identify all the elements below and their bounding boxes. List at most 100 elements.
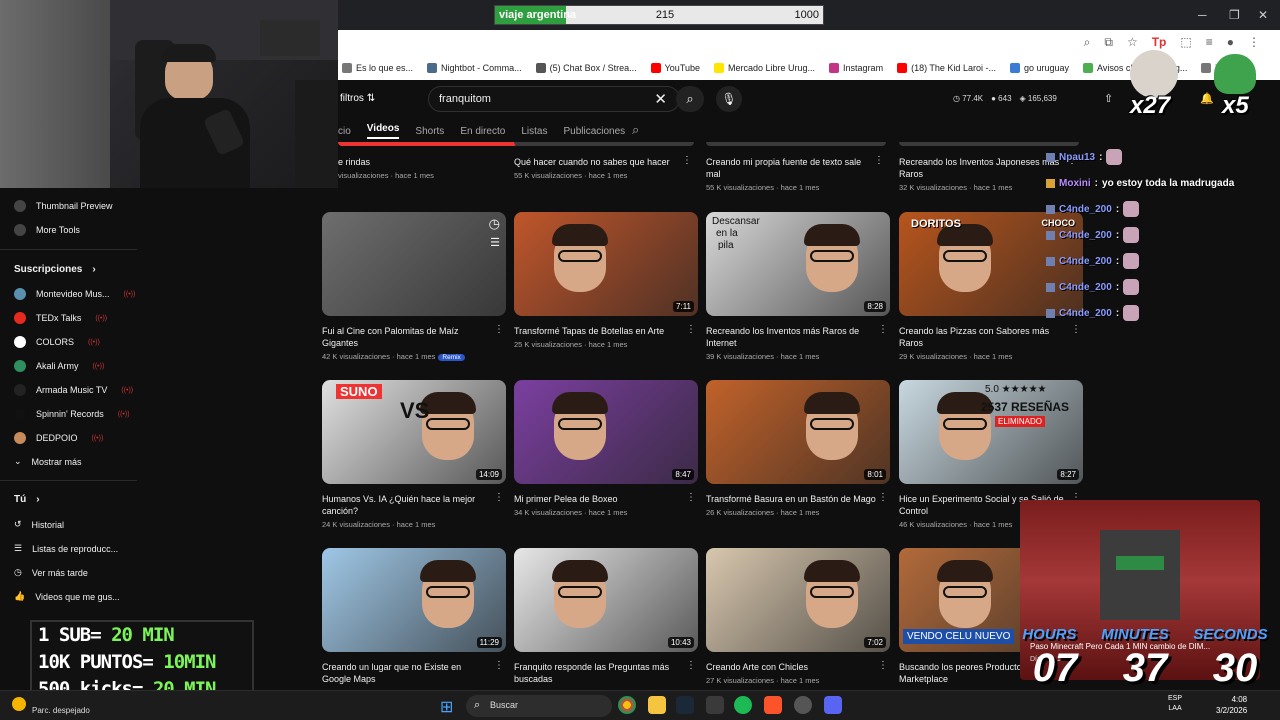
video-title[interactable]: Recreando los Inventos más Raros de Inte… [706, 325, 876, 349]
bookmark-item[interactable]: Es lo que es... [342, 63, 413, 73]
more-options-icon[interactable]: ⋮ [878, 492, 888, 503]
sidebar-item-watch-later[interactable]: ◷ Ver más tarde [14, 567, 88, 578]
bookmark-item[interactable]: Instagram [829, 63, 883, 73]
weather-icon[interactable] [12, 697, 26, 711]
video-thumbnail[interactable]: 7:11 [514, 212, 698, 316]
zoom-icon[interactable]: ⌕ [1084, 35, 1091, 50]
language-indicator[interactable]: ESP LAA [1168, 694, 1182, 714]
sidebar-subscription[interactable]: Armada Music TV ((•)) [14, 384, 133, 396]
more-options-icon[interactable]: ⋮ [494, 492, 504, 503]
bookmark-item[interactable]: Mercado Libre Urug... [714, 63, 815, 73]
video-title[interactable]: Transformé Tapas de Botellas en Arte [514, 325, 684, 337]
video-card[interactable]: 10:43 Franquito responde las Preguntas má… [514, 548, 698, 688]
video-card[interactable]: 7:02 Creando Arte con Chicles 27 K visuali… [706, 548, 890, 685]
video-title[interactable]: Creando las Pizzas con Sabores más Raros [899, 325, 1069, 349]
search-button[interactable]: ⌕ [676, 86, 704, 112]
voice-search-button[interactable]: 🎙 [716, 86, 742, 112]
more-options-icon[interactable]: ⋮ [682, 155, 692, 166]
puzzle-icon[interactable]: ⬚ [1180, 35, 1191, 50]
partial-video-card[interactable]: Creando mi propia fuente de texto sale m… [706, 142, 886, 192]
more-options-icon[interactable]: ⋮ [494, 660, 504, 671]
sidebar-subscription[interactable]: DEDPOIO ((•)) [14, 432, 103, 444]
tab-en-directo[interactable]: En directo [460, 126, 505, 137]
extension-icon[interactable]: Tp [1152, 35, 1167, 50]
system-clock[interactable]: 4:08 3/2/2026 [1216, 694, 1247, 716]
video-thumbnail[interactable]: 14:09 SUNO VS [322, 380, 506, 484]
sidebar-subscription[interactable]: Spinnin' Records ((•)) [14, 408, 130, 420]
taskbar-search[interactable]: ⌕ Buscar [466, 695, 612, 717]
you-header[interactable]: Tú › [14, 494, 40, 505]
close-icon[interactable]: ✕ [1258, 8, 1268, 22]
sidebar-subscription[interactable]: COLORS ((•)) [14, 336, 100, 348]
filters-button[interactable]: filtros ⇅ [340, 93, 375, 104]
bookmark-item[interactable]: (18) The Kid Laroi -... [897, 63, 996, 73]
video-title[interactable]: Franquito responde las Preguntas más bus… [514, 661, 684, 685]
subscriptions-header[interactable]: Suscripciones › [14, 264, 96, 275]
video-thumbnail[interactable]: 11:29 [322, 548, 506, 652]
video-card[interactable]: ◷ ☰ Fui al Cine con Palomitas de Maíz Giga… [322, 212, 506, 361]
star-icon[interactable]: ☆ [1127, 35, 1138, 50]
more-icon[interactable]: ⋮ [1248, 35, 1260, 50]
partial-video-card[interactable]: e rindas visualizaciones · hace 1 mes [338, 142, 518, 180]
video-card[interactable]: 7:11 Transformé Tapas de Botellas en Arte… [514, 212, 698, 349]
add-to-queue-icon[interactable]: ☰ [490, 236, 500, 249]
video-card[interactable]: 11:29 Creando un lugar que no Existe en G… [322, 548, 506, 688]
clear-search-icon[interactable]: ✕ [654, 90, 667, 108]
tab-cio[interactable]: cio [338, 126, 351, 137]
video-thumbnail[interactable]: 10:43 [514, 548, 698, 652]
start-icon[interactable]: ⊞ [440, 697, 453, 717]
channel-search-icon[interactable]: ⌕ [632, 122, 639, 138]
notifications-icon[interactable]: 🔔 [1200, 92, 1214, 105]
partial-video-card[interactable]: Qué hacer cuando no sabes que hacer 55 K … [514, 142, 694, 180]
chrome-icon[interactable] [618, 696, 636, 714]
minimize-icon[interactable]: ─ [1198, 8, 1207, 22]
folder-icon[interactable] [648, 696, 666, 714]
discord-icon[interactable] [824, 696, 842, 714]
video-title[interactable]: Fui al Cine con Palomitas de Maíz Gigant… [322, 325, 492, 349]
video-thumbnail[interactable]: 7:02 [706, 548, 890, 652]
tab-shorts[interactable]: Shorts [415, 126, 444, 137]
sidebar-item-liked[interactable]: 👍 Videos que me gus... [14, 591, 120, 602]
tab-listas[interactable]: Listas [521, 126, 547, 137]
sidebar-subscription[interactable]: Montevideo Mus... ((•)) [14, 288, 135, 300]
more-options-icon[interactable]: ⋮ [874, 155, 884, 166]
bookmark-item[interactable]: go uruguay [1009, 63, 1069, 73]
video-title[interactable]: Creando un lugar que no Existe en Google… [322, 661, 492, 685]
search-input[interactable]: franquitom ✕ [428, 86, 680, 112]
video-thumbnail[interactable]: 8:47 [514, 380, 698, 484]
sidebar-item-thumbnail-preview[interactable]: Thumbnail Preview [14, 200, 113, 212]
steam-icon[interactable] [676, 696, 694, 714]
video-card[interactable]: 8:01 Transformé Basura en un Bastón de Ma… [706, 380, 890, 517]
video-title[interactable]: Humanos Vs. IA ¿Quién hace la mejor canc… [322, 493, 492, 517]
video-thumbnail[interactable]: 8:27 5.0 ★★★★★ 2537 RESEÑAS ELIMINADO [899, 380, 1083, 484]
sidebar-subscription[interactable]: TEDx Talks ((•)) [14, 312, 107, 324]
upload-icon[interactable]: ⇧ [1104, 92, 1113, 105]
sidebar-item-more-tools[interactable]: More Tools [14, 224, 80, 236]
more-options-icon[interactable]: ⋮ [686, 324, 696, 335]
maximize-icon[interactable]: ❐ [1229, 8, 1240, 22]
more-options-icon[interactable]: ⋮ [686, 492, 696, 503]
profile-avatar[interactable]: ● [1227, 35, 1234, 50]
video-card[interactable]: 14:09 SUNO VS Humanos Vs. IA ¿Quién hace la… [322, 380, 506, 529]
install-icon[interactable]: ⧉ [1104, 35, 1113, 50]
sidebar-item-history[interactable]: ↺ Historial [14, 519, 64, 530]
bookmark-item[interactable]: Nightbot - Comma... [427, 63, 522, 73]
video-thumbnail[interactable]: 8:28 Descansar en la pila [706, 212, 890, 316]
video-title[interactable]: Creando Arte con Chicles [706, 661, 876, 673]
show-more-button[interactable]: ⌄ Mostrar más [14, 456, 82, 467]
video-thumbnail[interactable]: ◷ ☰ [322, 212, 506, 316]
video-thumbnail[interactable]: 8:01 [706, 380, 890, 484]
app-icon[interactable] [706, 696, 724, 714]
bookmark-item[interactable]: YouTube [650, 63, 700, 73]
menu-list-icon[interactable]: ≡ [1206, 35, 1213, 50]
video-card[interactable]: 8:28 Descansar en la pila Recreando los Inve… [706, 212, 890, 361]
tab-publicaciones[interactable]: Publicaciones [563, 126, 625, 137]
spotify-icon[interactable] [734, 696, 752, 714]
more-options-icon[interactable]: ⋮ [686, 660, 696, 671]
more-options-icon[interactable]: ⋮ [878, 324, 888, 335]
sidebar-subscription[interactable]: Akali Army ((•)) [14, 360, 104, 372]
video-title[interactable]: Transformé Basura en un Bastón de Mago [706, 493, 876, 505]
video-title[interactable]: Mi primer Pelea de Boxeo [514, 493, 684, 505]
more-options-icon[interactable]: ⋮ [494, 324, 504, 335]
sidebar-item-playlists[interactable]: ☰ Listas de reproducc... [14, 543, 118, 554]
